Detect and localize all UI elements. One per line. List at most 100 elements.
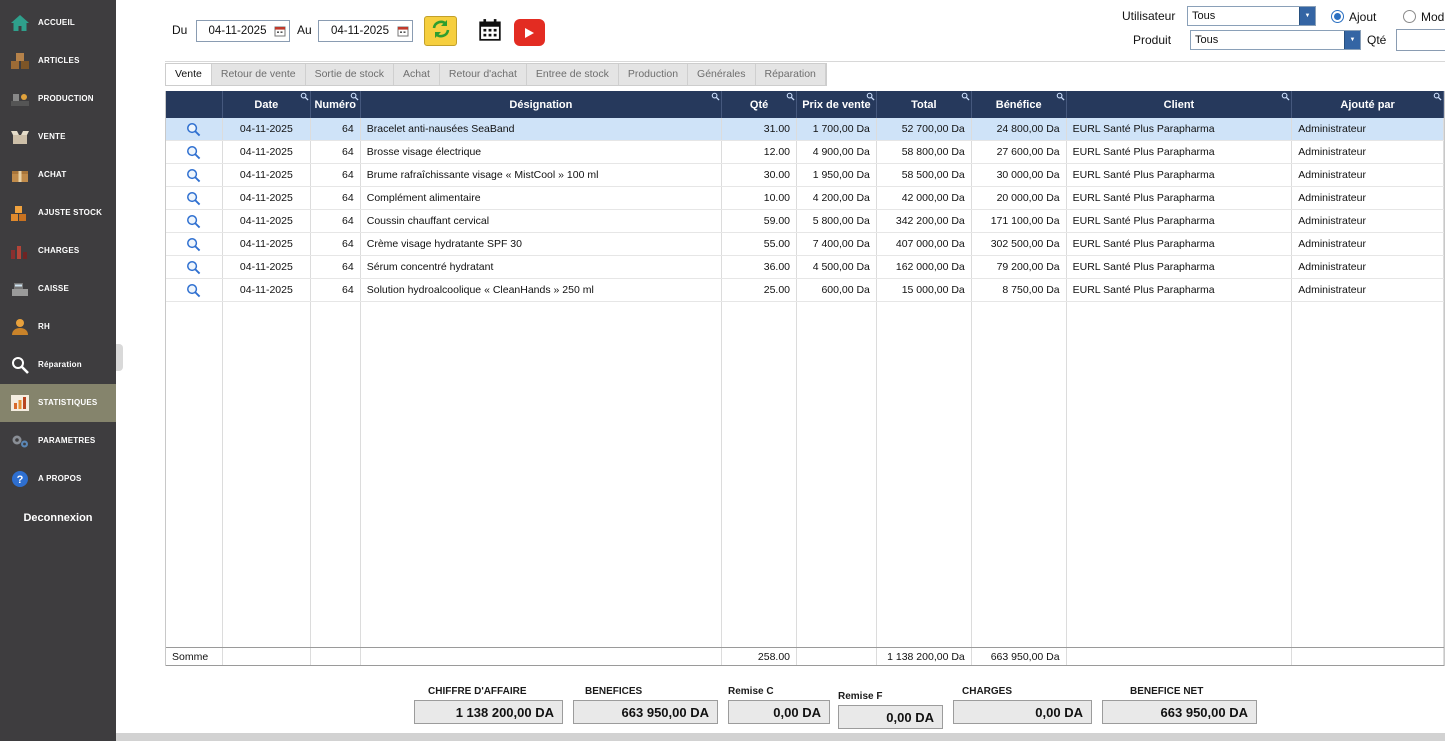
- sidebar-item-caisse[interactable]: CAISSE: [0, 270, 116, 308]
- table-row[interactable]: 04-11-202564Sérum concentré hydratant36.…: [166, 256, 1444, 279]
- empty-cell: [166, 578, 223, 601]
- column-header-qte[interactable]: Qté: [722, 91, 797, 118]
- row-detail-magnifier-icon[interactable]: [186, 145, 201, 160]
- tab-sortie-de-stock[interactable]: Sortie de stock: [306, 64, 394, 85]
- row-detail-magnifier-icon[interactable]: [186, 214, 201, 229]
- ajout-radio[interactable]: [1331, 10, 1344, 23]
- empty-row: [166, 509, 1444, 532]
- sidebar-item-ajuste-stock[interactable]: AJUSTE STOCK: [0, 194, 116, 232]
- sidebar-item-label: AJUSTE STOCK: [38, 208, 102, 218]
- empty-cell: [1067, 348, 1293, 371]
- column-header-ajoute[interactable]: Ajouté par: [1292, 91, 1444, 118]
- table-row[interactable]: 04-11-202564Brosse visage électrique12.0…: [166, 141, 1444, 164]
- adjust-stock-icon: [8, 204, 32, 222]
- modif-radio[interactable]: [1403, 10, 1416, 23]
- sidebar-item-parametres[interactable]: PARAMETRES: [0, 422, 116, 460]
- calendar-dropdown-icon[interactable]: [274, 25, 287, 37]
- date-to-input[interactable]: [318, 20, 413, 42]
- row-detail-magnifier-icon[interactable]: [186, 191, 201, 206]
- empty-cell: [722, 578, 797, 601]
- column-header-label: Bénéfice: [996, 99, 1042, 111]
- sidebar-collapse-handle[interactable]: [116, 344, 123, 371]
- empty-cell: [1292, 578, 1444, 601]
- tab-retour-d-achat[interactable]: Retour d'achat: [440, 64, 527, 85]
- column-header-prix[interactable]: Prix de vente: [797, 91, 877, 118]
- cell-numero: 64: [311, 233, 361, 255]
- column-filter-icon[interactable]: [961, 92, 970, 101]
- logout-button[interactable]: Deconnexion: [0, 512, 116, 524]
- cell-designation: Sérum concentré hydratant: [361, 256, 722, 278]
- chevron-down-icon[interactable]: ▼: [1344, 31, 1360, 49]
- date-from-input[interactable]: [196, 20, 290, 42]
- date-from-value[interactable]: [201, 25, 274, 37]
- column-filter-icon[interactable]: [350, 92, 359, 101]
- column-header-date[interactable]: Date: [223, 91, 311, 118]
- sidebar-item-production[interactable]: PRODUCTION: [0, 80, 116, 118]
- summary-label: CHIFFRE D'AFFAIRE: [428, 686, 563, 697]
- table-row[interactable]: 04-11-202564Complément alimentaire10.004…: [166, 187, 1444, 210]
- row-detail-magnifier-icon[interactable]: [186, 260, 201, 275]
- column-filter-icon[interactable]: [711, 92, 720, 101]
- tab-generales[interactable]: Générales: [688, 64, 755, 85]
- tab-production[interactable]: Production: [619, 64, 688, 85]
- column-header-total[interactable]: Total: [877, 91, 972, 118]
- tab-retour-de-vente[interactable]: Retour de vente: [212, 64, 306, 85]
- sidebar-items: ACCUEILARTICLESPRODUCTIONVENTEACHAT AJUST…: [0, 4, 116, 498]
- table-row[interactable]: 04-11-202564Solution hydroalcoolique « C…: [166, 279, 1444, 302]
- column-filter-icon[interactable]: [786, 92, 795, 101]
- youtube-button[interactable]: [514, 19, 545, 46]
- qte-input[interactable]: [1396, 29, 1445, 51]
- cell-qte: 55.00: [722, 233, 797, 255]
- empty-cell: [1067, 555, 1293, 578]
- row-detail-magnifier-icon[interactable]: [186, 237, 201, 252]
- tab-entree-de-stock[interactable]: Entree de stock: [527, 64, 619, 85]
- empty-cell: [223, 601, 311, 624]
- sidebar-item-a-propos[interactable]: ?A PROPOS: [0, 460, 116, 498]
- sidebar-item-reparation[interactable]: Réparation: [0, 346, 116, 384]
- column-header-rowicon[interactable]: [166, 91, 223, 118]
- grid-header: DateNuméroDésignationQtéPrix de venteTot…: [166, 91, 1444, 118]
- table-row[interactable]: 04-11-202564Brume rafraîchissante visage…: [166, 164, 1444, 187]
- sidebar-item-charges[interactable]: CHARGES: [0, 232, 116, 270]
- refresh-button[interactable]: [424, 16, 457, 46]
- row-detail-magnifier-icon[interactable]: [186, 168, 201, 183]
- calendar-icon: [478, 18, 502, 47]
- column-header-numero[interactable]: Numéro: [311, 91, 361, 118]
- column-filter-icon[interactable]: [1281, 92, 1290, 101]
- home-icon: [8, 14, 32, 32]
- utilisateur-select[interactable]: Tous ▼: [1187, 6, 1316, 26]
- row-detail-magnifier-icon[interactable]: [186, 122, 201, 137]
- column-header-benefice[interactable]: Bénéfice: [972, 91, 1067, 118]
- sidebar-item-vente[interactable]: VENTE: [0, 118, 116, 156]
- chevron-down-icon[interactable]: ▼: [1299, 7, 1315, 25]
- column-filter-icon[interactable]: [300, 92, 309, 101]
- sidebar-item-rh[interactable]: RH: [0, 308, 116, 346]
- tab-achat[interactable]: Achat: [394, 64, 440, 85]
- column-filter-icon[interactable]: [866, 92, 875, 101]
- about-icon: ?: [8, 470, 32, 488]
- tab-reparation[interactable]: Réparation: [756, 64, 826, 85]
- tab-vente[interactable]: Vente: [166, 64, 212, 85]
- calendar-dropdown-icon[interactable]: [397, 25, 410, 37]
- footer-date: [223, 648, 311, 665]
- cell-prix: 600,00 Da: [797, 279, 877, 301]
- column-header-designation[interactable]: Désignation: [361, 91, 722, 118]
- column-header-client[interactable]: Client: [1067, 91, 1293, 118]
- row-detail-magnifier-icon[interactable]: [186, 283, 201, 298]
- column-filter-icon[interactable]: [1433, 92, 1442, 101]
- calendar-button[interactable]: [476, 18, 504, 46]
- sidebar-item-articles[interactable]: ARTICLES: [0, 42, 116, 80]
- cell-rowicon: [166, 187, 223, 209]
- sidebar-item-accueil[interactable]: ACCUEIL: [0, 4, 116, 42]
- table-row[interactable]: 04-11-202564Crème visage hydratante SPF …: [166, 233, 1444, 256]
- summary-value: 1 138 200,00 DA: [414, 700, 563, 724]
- table-row[interactable]: 04-11-202564Coussin chauffant cervical59…: [166, 210, 1444, 233]
- cell-designation: Complément alimentaire: [361, 187, 722, 209]
- column-filter-icon[interactable]: [1056, 92, 1065, 101]
- sidebar-item-statistiques[interactable]: STATISTIQUES: [0, 384, 116, 422]
- produit-select[interactable]: Tous ▼: [1190, 30, 1361, 50]
- sidebar-item-achat[interactable]: ACHAT: [0, 156, 116, 194]
- cell-qte: 31.00: [722, 118, 797, 140]
- table-row[interactable]: 04-11-202564Bracelet anti-nausées SeaBan…: [166, 118, 1444, 141]
- date-to-value[interactable]: [323, 25, 397, 37]
